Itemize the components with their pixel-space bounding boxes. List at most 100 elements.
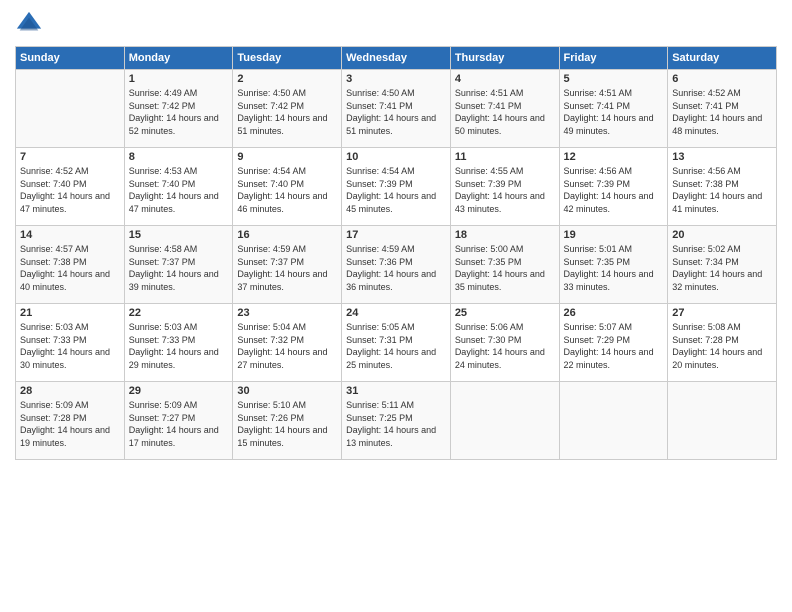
day-cell: 25 Sunrise: 5:06 AMSunset: 7:30 PMDaylig… xyxy=(450,304,559,382)
day-info: Sunrise: 4:50 AMSunset: 7:42 PMDaylight:… xyxy=(237,87,337,137)
day-number: 27 xyxy=(672,307,772,319)
day-info: Sunrise: 4:51 AMSunset: 7:41 PMDaylight:… xyxy=(564,87,664,137)
day-cell: 18 Sunrise: 5:00 AMSunset: 7:35 PMDaylig… xyxy=(450,226,559,304)
day-cell xyxy=(16,70,125,148)
day-cell: 30 Sunrise: 5:10 AMSunset: 7:26 PMDaylig… xyxy=(233,382,342,460)
day-number: 7 xyxy=(20,151,120,163)
header-monday: Monday xyxy=(124,47,233,70)
page: SundayMondayTuesdayWednesdayThursdayFrid… xyxy=(0,0,792,612)
day-cell: 4 Sunrise: 4:51 AMSunset: 7:41 PMDayligh… xyxy=(450,70,559,148)
day-number: 30 xyxy=(237,385,337,397)
day-info: Sunrise: 4:52 AMSunset: 7:41 PMDaylight:… xyxy=(672,87,772,137)
day-number: 23 xyxy=(237,307,337,319)
day-info: Sunrise: 4:59 AMSunset: 7:36 PMDaylight:… xyxy=(346,243,446,293)
day-number: 29 xyxy=(129,385,229,397)
day-cell: 31 Sunrise: 5:11 AMSunset: 7:25 PMDaylig… xyxy=(342,382,451,460)
day-cell: 13 Sunrise: 4:56 AMSunset: 7:38 PMDaylig… xyxy=(668,148,777,226)
day-cell: 26 Sunrise: 5:07 AMSunset: 7:29 PMDaylig… xyxy=(559,304,668,382)
day-cell: 14 Sunrise: 4:57 AMSunset: 7:38 PMDaylig… xyxy=(16,226,125,304)
day-cell: 11 Sunrise: 4:55 AMSunset: 7:39 PMDaylig… xyxy=(450,148,559,226)
day-number: 6 xyxy=(672,73,772,85)
day-number: 3 xyxy=(346,73,446,85)
header-tuesday: Tuesday xyxy=(233,47,342,70)
day-info: Sunrise: 5:09 AMSunset: 7:27 PMDaylight:… xyxy=(129,399,229,449)
day-info: Sunrise: 5:09 AMSunset: 7:28 PMDaylight:… xyxy=(20,399,120,449)
day-info: Sunrise: 5:01 AMSunset: 7:35 PMDaylight:… xyxy=(564,243,664,293)
day-info: Sunrise: 5:02 AMSunset: 7:34 PMDaylight:… xyxy=(672,243,772,293)
day-info: Sunrise: 5:11 AMSunset: 7:25 PMDaylight:… xyxy=(346,399,446,449)
day-info: Sunrise: 4:51 AMSunset: 7:41 PMDaylight:… xyxy=(455,87,555,137)
day-cell: 12 Sunrise: 4:56 AMSunset: 7:39 PMDaylig… xyxy=(559,148,668,226)
day-info: Sunrise: 5:10 AMSunset: 7:26 PMDaylight:… xyxy=(237,399,337,449)
week-row-0: 1 Sunrise: 4:49 AMSunset: 7:42 PMDayligh… xyxy=(16,70,777,148)
day-cell: 2 Sunrise: 4:50 AMSunset: 7:42 PMDayligh… xyxy=(233,70,342,148)
day-cell: 23 Sunrise: 5:04 AMSunset: 7:32 PMDaylig… xyxy=(233,304,342,382)
day-cell: 10 Sunrise: 4:54 AMSunset: 7:39 PMDaylig… xyxy=(342,148,451,226)
day-number: 16 xyxy=(237,229,337,241)
day-info: Sunrise: 4:49 AMSunset: 7:42 PMDaylight:… xyxy=(129,87,229,137)
day-number: 24 xyxy=(346,307,446,319)
day-number: 22 xyxy=(129,307,229,319)
day-info: Sunrise: 4:50 AMSunset: 7:41 PMDaylight:… xyxy=(346,87,446,137)
day-number: 31 xyxy=(346,385,446,397)
day-cell: 3 Sunrise: 4:50 AMSunset: 7:41 PMDayligh… xyxy=(342,70,451,148)
day-cell: 24 Sunrise: 5:05 AMSunset: 7:31 PMDaylig… xyxy=(342,304,451,382)
day-number: 20 xyxy=(672,229,772,241)
day-info: Sunrise: 4:56 AMSunset: 7:38 PMDaylight:… xyxy=(672,165,772,215)
day-info: Sunrise: 5:03 AMSunset: 7:33 PMDaylight:… xyxy=(129,321,229,371)
day-number: 8 xyxy=(129,151,229,163)
day-info: Sunrise: 5:04 AMSunset: 7:32 PMDaylight:… xyxy=(237,321,337,371)
logo xyxy=(15,10,47,38)
day-number: 15 xyxy=(129,229,229,241)
day-number: 9 xyxy=(237,151,337,163)
day-number: 19 xyxy=(564,229,664,241)
header-sunday: Sunday xyxy=(16,47,125,70)
day-cell: 17 Sunrise: 4:59 AMSunset: 7:36 PMDaylig… xyxy=(342,226,451,304)
day-number: 26 xyxy=(564,307,664,319)
header-wednesday: Wednesday xyxy=(342,47,451,70)
day-number: 25 xyxy=(455,307,555,319)
day-cell: 19 Sunrise: 5:01 AMSunset: 7:35 PMDaylig… xyxy=(559,226,668,304)
day-cell: 9 Sunrise: 4:54 AMSunset: 7:40 PMDayligh… xyxy=(233,148,342,226)
day-number: 11 xyxy=(455,151,555,163)
day-cell xyxy=(668,382,777,460)
day-info: Sunrise: 5:06 AMSunset: 7:30 PMDaylight:… xyxy=(455,321,555,371)
logo-icon xyxy=(15,10,43,38)
day-number: 14 xyxy=(20,229,120,241)
day-cell: 29 Sunrise: 5:09 AMSunset: 7:27 PMDaylig… xyxy=(124,382,233,460)
day-info: Sunrise: 4:53 AMSunset: 7:40 PMDaylight:… xyxy=(129,165,229,215)
week-row-2: 14 Sunrise: 4:57 AMSunset: 7:38 PMDaylig… xyxy=(16,226,777,304)
day-number: 10 xyxy=(346,151,446,163)
day-number: 12 xyxy=(564,151,664,163)
day-info: Sunrise: 4:54 AMSunset: 7:40 PMDaylight:… xyxy=(237,165,337,215)
day-cell: 7 Sunrise: 4:52 AMSunset: 7:40 PMDayligh… xyxy=(16,148,125,226)
day-cell: 16 Sunrise: 4:59 AMSunset: 7:37 PMDaylig… xyxy=(233,226,342,304)
day-info: Sunrise: 4:58 AMSunset: 7:37 PMDaylight:… xyxy=(129,243,229,293)
day-cell xyxy=(450,382,559,460)
day-info: Sunrise: 5:07 AMSunset: 7:29 PMDaylight:… xyxy=(564,321,664,371)
day-info: Sunrise: 4:57 AMSunset: 7:38 PMDaylight:… xyxy=(20,243,120,293)
day-cell: 5 Sunrise: 4:51 AMSunset: 7:41 PMDayligh… xyxy=(559,70,668,148)
day-number: 1 xyxy=(129,73,229,85)
day-number: 13 xyxy=(672,151,772,163)
day-number: 21 xyxy=(20,307,120,319)
day-cell: 20 Sunrise: 5:02 AMSunset: 7:34 PMDaylig… xyxy=(668,226,777,304)
day-info: Sunrise: 4:55 AMSunset: 7:39 PMDaylight:… xyxy=(455,165,555,215)
day-cell: 21 Sunrise: 5:03 AMSunset: 7:33 PMDaylig… xyxy=(16,304,125,382)
day-number: 5 xyxy=(564,73,664,85)
calendar-table: SundayMondayTuesdayWednesdayThursdayFrid… xyxy=(15,46,777,460)
day-cell xyxy=(559,382,668,460)
header xyxy=(15,10,777,38)
day-cell: 6 Sunrise: 4:52 AMSunset: 7:41 PMDayligh… xyxy=(668,70,777,148)
day-cell: 1 Sunrise: 4:49 AMSunset: 7:42 PMDayligh… xyxy=(124,70,233,148)
header-friday: Friday xyxy=(559,47,668,70)
day-info: Sunrise: 5:08 AMSunset: 7:28 PMDaylight:… xyxy=(672,321,772,371)
header-thursday: Thursday xyxy=(450,47,559,70)
day-cell: 15 Sunrise: 4:58 AMSunset: 7:37 PMDaylig… xyxy=(124,226,233,304)
week-row-3: 21 Sunrise: 5:03 AMSunset: 7:33 PMDaylig… xyxy=(16,304,777,382)
day-number: 18 xyxy=(455,229,555,241)
day-info: Sunrise: 5:05 AMSunset: 7:31 PMDaylight:… xyxy=(346,321,446,371)
day-info: Sunrise: 4:56 AMSunset: 7:39 PMDaylight:… xyxy=(564,165,664,215)
day-info: Sunrise: 4:54 AMSunset: 7:39 PMDaylight:… xyxy=(346,165,446,215)
day-number: 2 xyxy=(237,73,337,85)
